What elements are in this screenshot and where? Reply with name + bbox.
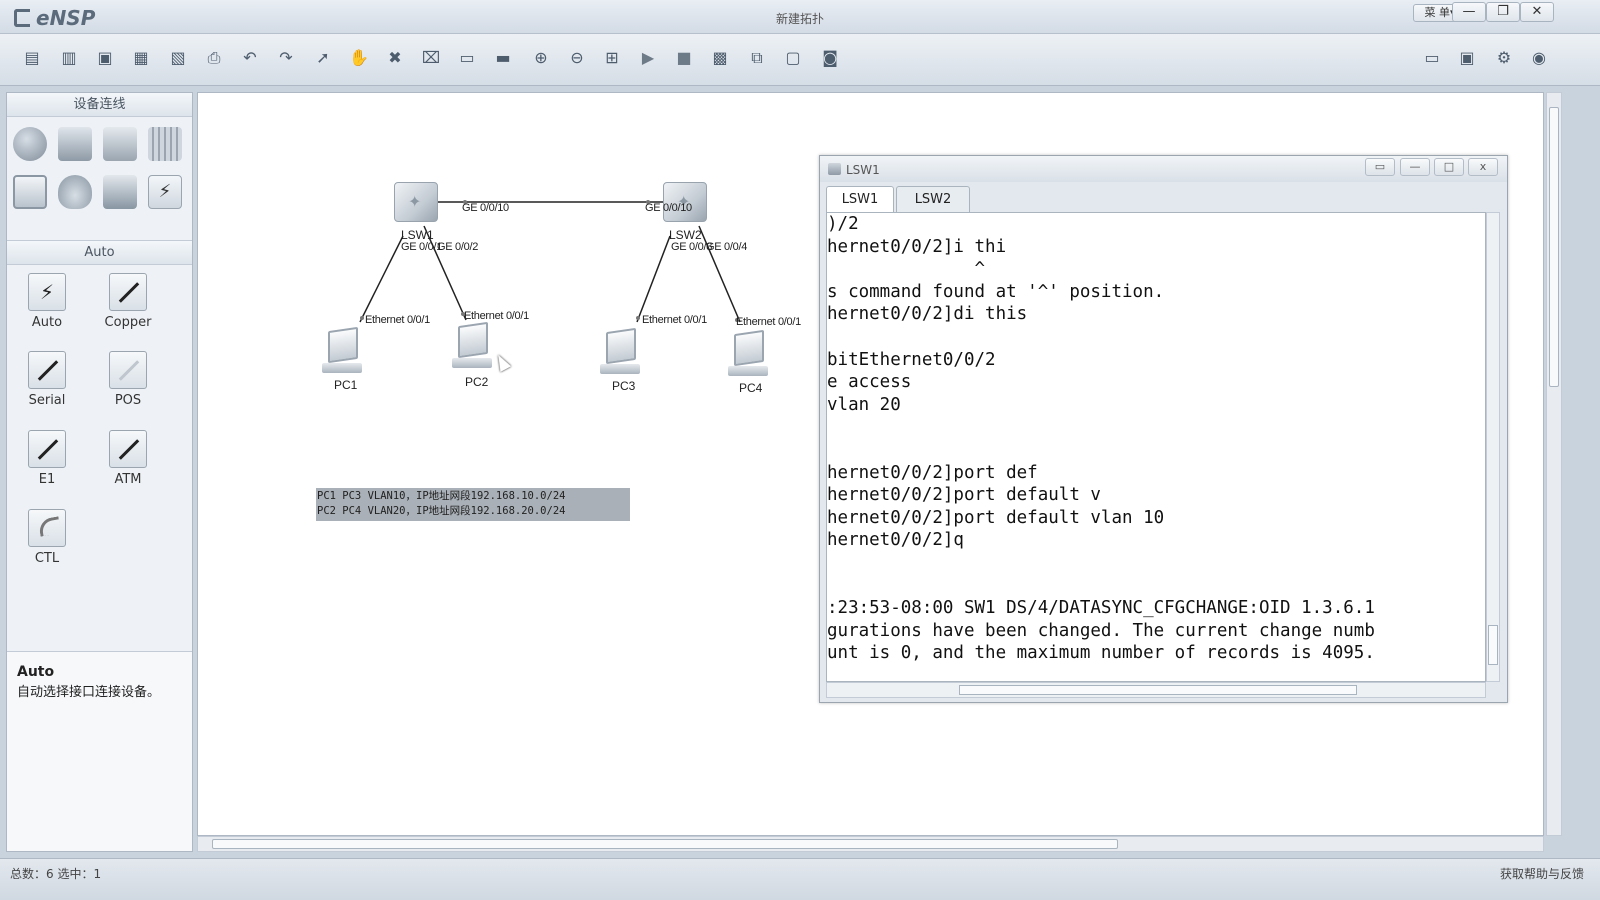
- terminal-horizontal-scrollbar[interactable]: [826, 682, 1486, 698]
- port-dot: [636, 316, 640, 320]
- port-label: Ethernet 0/0/1: [736, 316, 801, 328]
- status-bar: 总数：6 选中：1 获取帮助与反馈: [0, 858, 1600, 900]
- terminal-line: e access: [827, 372, 912, 393]
- terminal-line: hernet0/0/2]port default v: [827, 485, 1101, 506]
- terminal-line: ^: [827, 259, 986, 280]
- status-count: 总数：6 选中：1: [10, 867, 102, 881]
- note-line: PC2 PC4 VLAN20，IP地址网段192.168.20.0/24: [317, 505, 566, 517]
- pc-base: [452, 358, 492, 368]
- port-dot: [360, 316, 364, 320]
- pc4-label: PC4: [739, 381, 763, 395]
- tab-lsw1[interactable]: LSW1: [826, 186, 894, 212]
- pc-screen: [458, 321, 488, 359]
- tab-lsw2[interactable]: LSW2: [896, 186, 970, 212]
- lsw1-label: LSW1: [401, 228, 434, 242]
- scroll-thumb[interactable]: [212, 839, 1118, 849]
- port-label: GE 0/0/1: [401, 241, 443, 253]
- port-label: GE 0/0/10: [462, 202, 509, 214]
- terminal-line: hernet0/0/2]port default vlan 10: [827, 507, 1165, 528]
- terminal-output[interactable]: )/2 hernet0/0/2]i thi ^ s command found …: [826, 212, 1486, 682]
- scroll-thumb[interactable]: [1549, 107, 1559, 387]
- feedback-link[interactable]: 获取帮助与反馈: [1500, 865, 1584, 882]
- port-label: Ethernet 0/0/1: [464, 310, 529, 322]
- pc2-device[interactable]: [452, 321, 496, 372]
- terminal-line: vlan 20: [827, 394, 901, 415]
- terminal-line: hernet0/0/2]di this: [827, 304, 1028, 325]
- link-lsw2-pc3[interactable]: [636, 235, 671, 323]
- console-window-icon: [828, 163, 841, 175]
- pc3-label: PC3: [612, 379, 636, 393]
- note-line: PC1 PC3 VLAN10，IP地址网段192.168.10.0/24: [317, 490, 566, 502]
- canvas-vertical-scrollbar[interactable]: [1546, 92, 1562, 836]
- switch-lsw1[interactable]: [394, 182, 438, 222]
- console-maximize-button[interactable]: □: [1434, 158, 1464, 176]
- terminal-line: bitEthernet0/0/2: [827, 349, 996, 370]
- port-label: Ethernet 0/0/1: [365, 314, 430, 326]
- terminal-line: )/2: [827, 214, 859, 234]
- terminal-line: hernet0/0/2]q: [827, 530, 964, 551]
- port-label: GE 0/0/4: [706, 241, 748, 253]
- link-lsw1-pc1[interactable]: [359, 235, 404, 323]
- pc-screen: [606, 327, 636, 365]
- terminal-line: gurations have been changed. The current…: [827, 620, 1375, 641]
- pc4-device[interactable]: [728, 329, 772, 380]
- terminal-line: unt is 0, and the maximum number of reco…: [827, 643, 1375, 664]
- port-label: GE 0/0/2: [437, 241, 479, 253]
- console-detach-button[interactable]: ▭: [1365, 158, 1395, 176]
- terminal-line: hernet0/0/2]port def: [827, 462, 1038, 483]
- console-minimize-button[interactable]: —: [1400, 158, 1430, 176]
- pc3-device[interactable]: [600, 327, 644, 378]
- console-close-button[interactable]: x: [1468, 158, 1498, 176]
- pc-screen: [328, 326, 358, 364]
- port-label: GE 0/0/10: [645, 202, 692, 214]
- pc2-label: PC2: [465, 375, 489, 389]
- topology-note[interactable]: PC1 PC3 VLAN10，IP地址网段192.168.10.0/24 PC2…: [316, 488, 630, 521]
- port-label: Ethernet 0/0/1: [642, 314, 707, 326]
- scroll-thumb[interactable]: [1488, 625, 1498, 665]
- pc-base: [322, 363, 362, 373]
- pc-base: [728, 366, 768, 376]
- pc-screen: [734, 329, 764, 367]
- pc1-label: PC1: [334, 378, 358, 392]
- terminal-line: :23:53-08:00 SW1 DS/4/DATASYNC_CFGCHANGE…: [827, 598, 1375, 619]
- terminal-line: s command found at '^' position.: [827, 281, 1165, 302]
- lsw2-label: LSW2: [669, 228, 702, 242]
- terminal-vertical-scrollbar[interactable]: [1486, 212, 1500, 682]
- pc1-device[interactable]: [322, 326, 366, 377]
- scroll-thumb[interactable]: [959, 685, 1357, 695]
- console-title-bar[interactable]: LSW1 ▭ — □ x: [820, 156, 1507, 182]
- console-window: LSW1 ▭ — □ x LSW1 LSW2 )/2 hernet0/0/2]i…: [819, 155, 1508, 703]
- console-title: LSW1: [846, 163, 880, 177]
- canvas-horizontal-scrollbar[interactable]: [197, 836, 1544, 852]
- terminal-line: hernet0/0/2]i thi: [827, 236, 1007, 257]
- pc-base: [600, 364, 640, 374]
